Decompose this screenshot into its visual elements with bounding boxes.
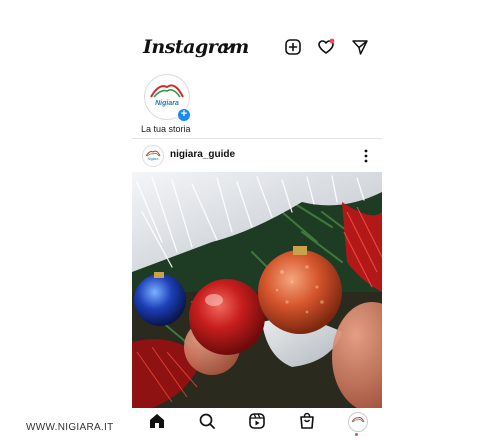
add-post-icon[interactable] (284, 38, 302, 56)
notification-dot (329, 38, 335, 44)
post-image[interactable] (132, 172, 382, 408)
profile-icon[interactable] (348, 412, 368, 432)
christmas-ornaments-photo (132, 172, 382, 408)
post-avatar[interactable]: Nigiara (142, 145, 164, 167)
post-header: Nigiara nigiara_guide (132, 142, 382, 170)
shop-icon[interactable] (298, 412, 316, 430)
divider (132, 138, 382, 139)
bottom-nav (132, 408, 382, 436)
search-icon[interactable] (198, 412, 216, 430)
more-options-icon[interactable] (360, 148, 372, 164)
home-icon[interactable] (148, 412, 166, 430)
heart-icon[interactable] (317, 38, 335, 56)
nigiara-logo (351, 417, 365, 423)
svg-text:Nigiara: Nigiara (155, 100, 179, 107)
svg-text:Nigiara: Nigiara (148, 157, 159, 161)
chevron-down-icon[interactable] (222, 41, 234, 53)
watermark: WWW.NIGIARA.IT (26, 422, 114, 433)
story-your-story[interactable]: Nigiara + La tua storia (141, 74, 205, 140)
direct-message-icon[interactable] (351, 38, 369, 56)
reels-icon[interactable] (248, 412, 266, 430)
notification-dot (355, 433, 358, 436)
add-story-badge[interactable]: + (176, 107, 192, 123)
story-label: La tua storia (141, 124, 191, 134)
top-bar: Instagram (132, 30, 382, 66)
post-username[interactable]: nigiara_guide (170, 149, 235, 160)
instagram-app-screen: Instagram Nigiara + La tua storia Nigiar… (132, 30, 382, 436)
nigiara-logo: Nigiara (145, 150, 161, 161)
